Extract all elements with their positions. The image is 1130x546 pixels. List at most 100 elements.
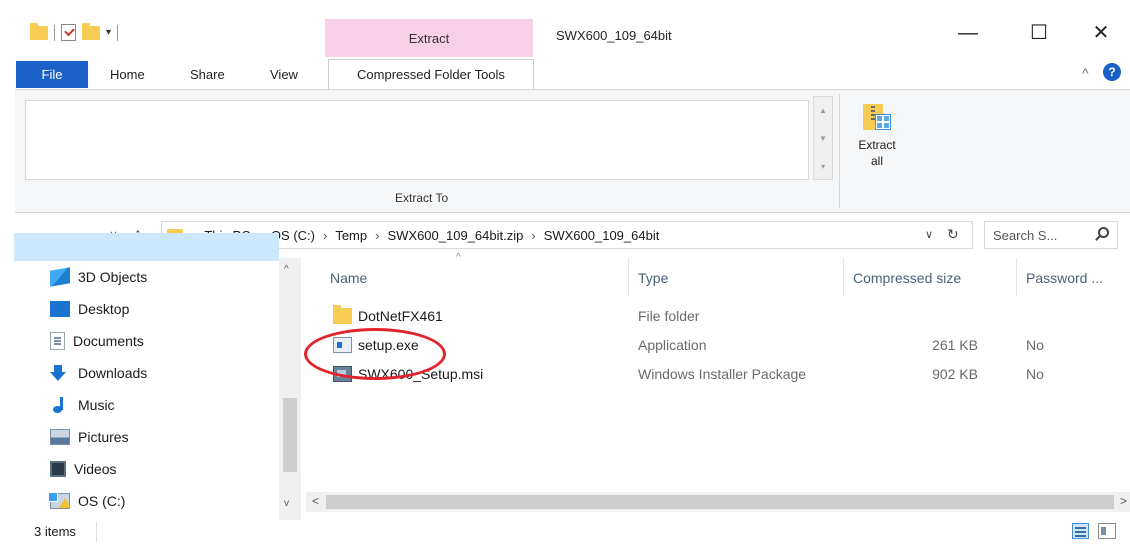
gallery-scroll[interactable]: ▲ ▼ ▾ [813, 96, 833, 180]
address-dropdown-icon[interactable]: ∨ [925, 228, 933, 241]
file-type: Windows Installer Package [638, 366, 807, 382]
large-icons-view-icon[interactable] [1098, 523, 1116, 539]
extract-all-label: Extract [858, 138, 896, 152]
nav-item-label: Videos [74, 461, 117, 477]
zip-folder-icon [863, 98, 891, 132]
properties-icon[interactable] [61, 24, 76, 41]
file-name: setup.exe [358, 337, 419, 353]
drive-icon [49, 493, 71, 509]
column-header-password[interactable]: Password ... [1026, 270, 1103, 286]
breadcrumb-zip[interactable]: SWX600_109_64bit.zip [387, 228, 523, 243]
file-row[interactable]: SWX600_Setup.msi Windows Installer Packa… [306, 362, 1130, 388]
videos-icon [50, 461, 66, 477]
nav-item-label: OS (C:) [78, 493, 126, 509]
item-count: 3 items [34, 524, 76, 539]
scroll-down-icon[interactable]: v [284, 498, 289, 509]
scroll-thumb[interactable] [283, 398, 297, 472]
gallery-down-icon[interactable]: ▼ [814, 125, 832, 153]
quick-access-toolbar: ▾ [30, 22, 119, 41]
breadcrumb-current-folder[interactable]: SWX600_109_64bit [544, 228, 660, 243]
tab-share[interactable]: Share [190, 67, 225, 82]
file-name: DotNetFX461 [358, 308, 443, 324]
navigation-pane: 3D Objects Desktop Documents Downloads M… [0, 258, 303, 518]
nav-item-pictures[interactable]: Pictures [50, 422, 129, 452]
scroll-thumb[interactable] [326, 495, 1114, 509]
file-type: File folder [638, 308, 700, 324]
extract-all-button[interactable]: Extract all [849, 98, 905, 168]
nav-item-label: 3D Objects [78, 269, 148, 285]
column-header-type[interactable]: Type [638, 270, 668, 286]
breadcrumb-separator[interactable]: › [375, 228, 379, 243]
sort-ascending-icon: ^ [456, 252, 461, 263]
file-password: No [1026, 366, 1044, 382]
file-name: SWX600_Setup.msi [358, 366, 484, 382]
qat-separator [54, 24, 55, 41]
file-type: Application [638, 337, 707, 353]
extract-to-group-label: Extract To [395, 191, 449, 205]
nav-item-downloads[interactable]: Downloads [50, 358, 147, 388]
column-header-name[interactable]: Name [330, 270, 367, 286]
search-input[interactable] [993, 223, 1093, 247]
nav-selection-highlight [14, 233, 279, 261]
tab-home[interactable]: Home [110, 67, 145, 82]
nav-item-documents[interactable]: Documents [50, 326, 144, 356]
tab-view[interactable]: View [270, 67, 298, 82]
maximize-button[interactable]: ☐ [1016, 18, 1062, 48]
documents-icon [50, 332, 65, 350]
new-folder-icon[interactable] [82, 22, 100, 40]
nav-item-videos[interactable]: Videos [50, 454, 117, 484]
folder-icon[interactable] [30, 22, 48, 40]
music-icon [50, 397, 70, 413]
scroll-left-icon[interactable]: < [312, 494, 319, 508]
column-divider[interactable] [1016, 258, 1017, 296]
folder-icon [333, 305, 352, 324]
qat-separator [117, 24, 119, 41]
application-icon [333, 337, 352, 353]
nav-item-label: Desktop [78, 301, 130, 317]
context-tab-header: Extract [325, 19, 533, 57]
details-view-icon[interactable] [1072, 523, 1089, 539]
search-icon[interactable] [1098, 227, 1109, 238]
collapse-ribbon-icon[interactable]: ^ [1082, 65, 1089, 81]
file-list-hscrollbar[interactable]: < > [306, 492, 1130, 512]
nav-item-label: Downloads [78, 365, 148, 381]
qat-dropdown-icon[interactable]: ▾ [106, 27, 111, 38]
title-bar: ▾ Extract SWX600_109_64bit — ☐ ✕ [0, 0, 1130, 57]
help-icon[interactable]: ? [1103, 63, 1121, 81]
nav-item-os-c[interactable]: OS (C:) [49, 486, 126, 516]
file-size: 902 KB [932, 366, 978, 382]
extract-to-gallery[interactable] [25, 100, 809, 180]
installer-package-icon [333, 366, 352, 382]
close-button[interactable]: ✕ [1078, 18, 1124, 48]
desktop-icon [50, 301, 70, 317]
gallery-up-icon[interactable]: ▲ [814, 97, 832, 125]
extract-all-label-2: all [870, 154, 883, 168]
file-row[interactable]: DotNetFX461 File folder [306, 304, 1130, 330]
nav-item-desktop[interactable]: Desktop [50, 294, 129, 324]
scroll-up-icon[interactable]: ^ [284, 264, 289, 275]
ribbon-tabs: File Home Share View Compressed Folder T… [0, 57, 1130, 91]
minimize-button[interactable]: — [945, 18, 991, 48]
downloads-icon [50, 365, 70, 381]
nav-item-3d-objects[interactable]: 3D Objects [50, 262, 147, 292]
gallery-more-icon[interactable]: ▾ [814, 153, 832, 181]
3d-objects-icon [50, 267, 70, 287]
column-divider[interactable] [843, 258, 844, 296]
window-title: SWX600_109_64bit [556, 28, 672, 43]
tab-file[interactable]: File [16, 61, 88, 88]
tab-compressed-folder-tools[interactable]: Compressed Folder Tools [328, 59, 534, 91]
breadcrumb-separator[interactable]: › [531, 228, 535, 243]
column-header-compressed-size[interactable]: Compressed size [853, 270, 961, 286]
refresh-icon[interactable]: ↻ [947, 226, 959, 243]
address-bar[interactable]: › This PC › OS (C:) › Temp › SWX600_109_… [161, 221, 973, 249]
breadcrumb-temp[interactable]: Temp [335, 228, 367, 243]
scroll-right-icon[interactable]: > [1120, 494, 1127, 508]
file-size: 261 KB [932, 337, 978, 353]
breadcrumb-separator[interactable]: › [323, 228, 327, 243]
column-divider[interactable] [628, 258, 629, 296]
nav-item-music[interactable]: Music [50, 390, 115, 420]
file-row[interactable]: setup.exe Application 261 KB No [306, 333, 1130, 359]
nav-pane-scrollbar[interactable]: ^ v [279, 258, 301, 520]
search-box[interactable] [984, 221, 1118, 249]
pictures-icon [50, 429, 70, 445]
